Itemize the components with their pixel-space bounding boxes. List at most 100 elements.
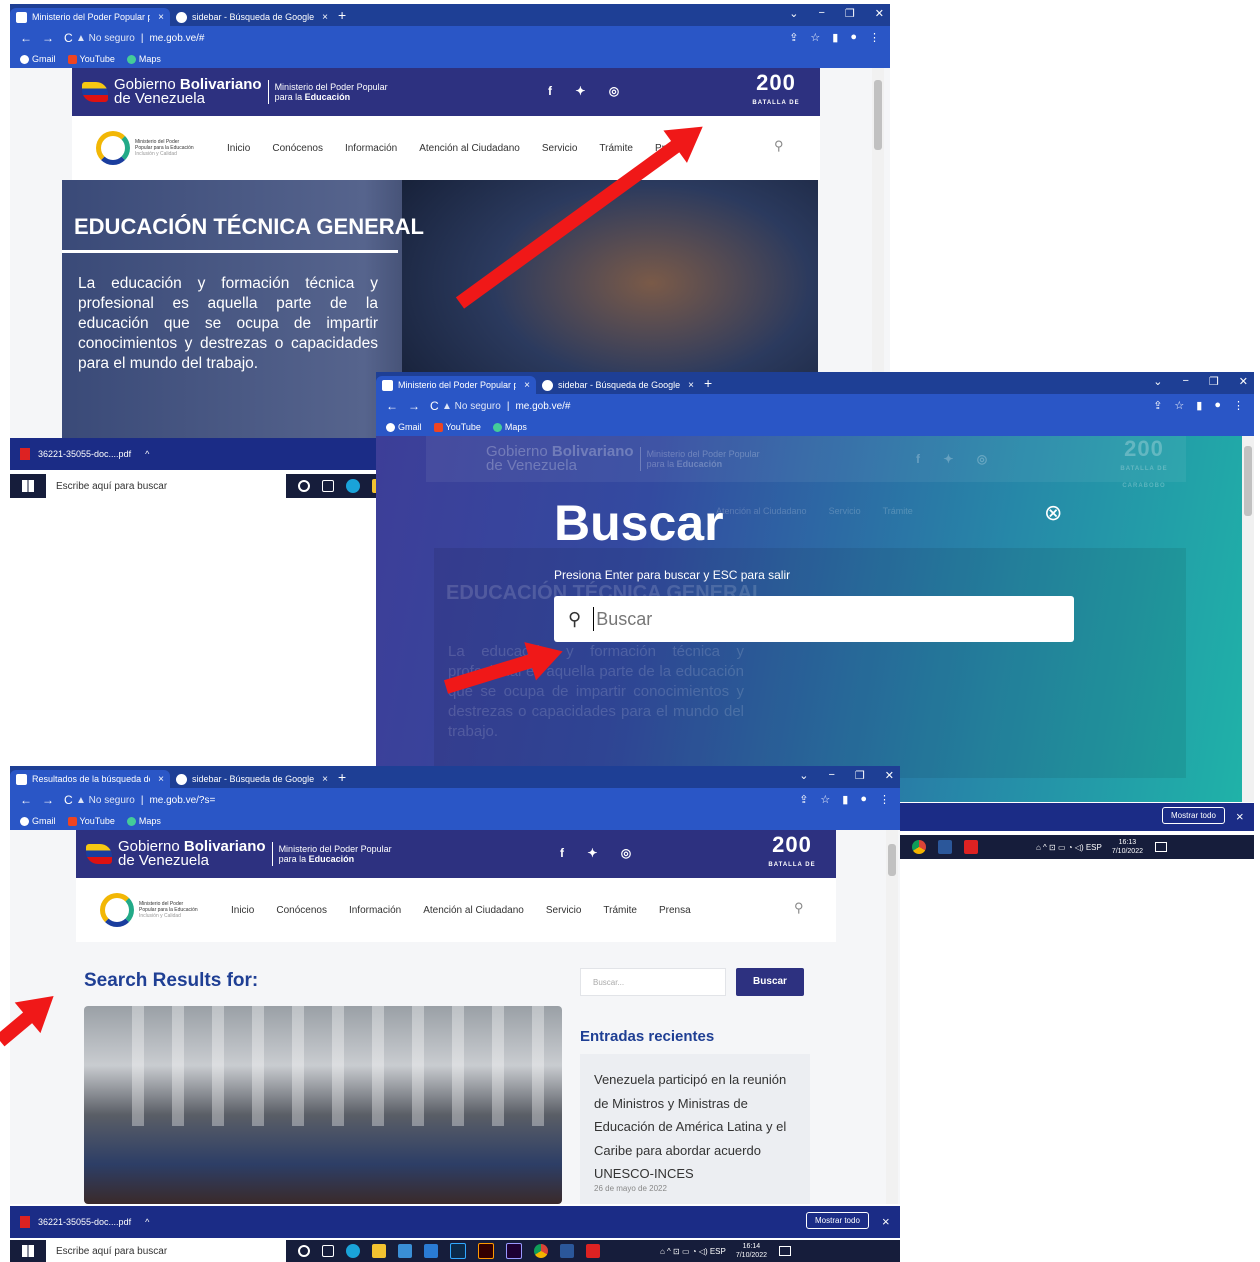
download-filename[interactable]: 36221-35055-doc....pdf — [38, 1217, 131, 1227]
bookmark-youtube[interactable]: YouTube — [433, 422, 481, 433]
menu-informacion[interactable]: Información — [349, 905, 401, 916]
menu-conocenos[interactable]: Conócenos — [276, 905, 327, 916]
acrobat-icon[interactable] — [586, 1244, 600, 1258]
illustrator-icon[interactable] — [478, 1243, 494, 1259]
download-chevron-icon[interactable]: ^ — [145, 1217, 149, 1227]
kebab-menu-icon[interactable]: ⋮ — [1233, 399, 1244, 412]
menu-tramite[interactable]: Trámite — [599, 143, 633, 154]
menu-conocenos[interactable]: Conócenos — [272, 143, 323, 154]
close-tab-icon[interactable]: × — [680, 380, 694, 391]
menu-inicio[interactable]: Inicio — [227, 143, 250, 154]
premiere-icon[interactable] — [506, 1243, 522, 1259]
bookmark-maps[interactable]: Maps — [126, 816, 161, 827]
taskbar-search-input[interactable]: Escribe aquí para buscar — [46, 1240, 286, 1262]
menu-prensa[interactable]: Prensa — [659, 905, 691, 916]
chrome-icon[interactable] — [912, 840, 926, 854]
store-icon[interactable] — [398, 1244, 412, 1258]
back-icon[interactable]: ← — [20, 31, 32, 45]
bookmark-maps[interactable]: Maps — [492, 422, 527, 433]
tab-google[interactable]: sidebar - Búsqueda de Google × — [536, 376, 696, 394]
share-icon[interactable]: ⇪ — [1153, 399, 1162, 412]
side-panel-icon[interactable]: ▮ — [842, 793, 848, 806]
close-download-bar-icon[interactable]: × — [882, 1214, 890, 1229]
task-view-icon[interactable] — [322, 1245, 334, 1257]
close-window-button[interactable]: ✕ — [1239, 375, 1248, 388]
close-download-bar-icon[interactable]: × — [1236, 809, 1244, 824]
profile-icon[interactable]: ● — [860, 793, 867, 806]
forward-icon[interactable]: → — [408, 399, 420, 413]
taskbar-search-input[interactable]: Escribe aquí para buscar — [46, 474, 286, 498]
close-tab-icon[interactable]: × — [516, 380, 530, 391]
url-field[interactable]: ▲ No seguro | me.gob.ve/# — [442, 401, 570, 412]
tab-search-icon[interactable]: ⌄ — [799, 769, 808, 782]
menu-atencion[interactable]: Atención al Ciudadano — [423, 905, 524, 916]
overlay-search-box[interactable]: ⚲ Buscar — [554, 596, 1074, 642]
new-tab-button[interactable]: + — [704, 375, 712, 391]
close-tab-icon[interactable]: × — [314, 12, 328, 23]
bookmark-youtube[interactable]: YouTube — [67, 816, 115, 827]
search-icon[interactable]: ⚲ — [794, 900, 804, 916]
share-icon[interactable]: ⇪ — [789, 31, 798, 44]
side-panel-icon[interactable]: ▮ — [832, 31, 838, 44]
tab-results[interactable]: Resultados de la búsqueda de × — [10, 770, 170, 788]
recent-post-link[interactable]: Venezuela participó en la reunión de Min… — [594, 1068, 800, 1186]
menu-servicio[interactable]: Servicio — [542, 143, 578, 154]
chrome-icon[interactable] — [534, 1244, 548, 1258]
edge-icon[interactable] — [346, 479, 360, 493]
minimize-button[interactable]: − — [1182, 375, 1188, 388]
page-scrollbar[interactable] — [886, 830, 898, 1204]
tab-google[interactable]: sidebar - Búsqueda de Google × — [170, 8, 330, 26]
bookmark-gmail[interactable]: Gmail — [20, 816, 56, 827]
acrobat-icon[interactable] — [964, 840, 978, 854]
show-all-downloads-button[interactable]: Mostrar todo — [806, 1212, 869, 1229]
scrollbar-thumb[interactable] — [888, 844, 896, 876]
system-tray[interactable]: ⌂ ^ ⊡ ▭ ◔ ◁) ESP — [1036, 843, 1102, 852]
tab-ministerio[interactable]: Ministerio del Poder Popular para × — [376, 376, 536, 394]
restore-button[interactable]: ❐ — [1209, 375, 1219, 388]
sidebar-search-button[interactable]: Buscar — [736, 968, 804, 996]
menu-inicio[interactable]: Inicio — [231, 905, 254, 916]
menu-informacion[interactable]: Información — [345, 143, 397, 154]
tab-google[interactable]: sidebar - Búsqueda de Google × — [170, 770, 330, 788]
sidebar-search-input[interactable]: Buscar... — [580, 968, 726, 996]
close-tab-icon[interactable]: × — [150, 774, 164, 785]
overlay-search-input[interactable]: Buscar — [596, 609, 652, 630]
close-tab-icon[interactable]: × — [150, 12, 164, 23]
word-icon[interactable] — [560, 1244, 574, 1258]
forward-icon[interactable]: → — [42, 793, 54, 807]
overlay-close-icon[interactable]: ⊗ — [1044, 500, 1062, 526]
windows-start-icon[interactable] — [22, 480, 34, 492]
ministry-logo-icon[interactable] — [96, 131, 130, 165]
reload-icon[interactable]: C — [430, 399, 439, 413]
profile-icon[interactable]: ● — [1214, 399, 1221, 412]
forward-icon[interactable]: → — [42, 31, 54, 45]
url-field[interactable]: ▲ No seguro | me.gob.ve/?s= — [76, 795, 215, 806]
new-tab-button[interactable]: + — [338, 769, 346, 785]
tab-search-icon[interactable]: ⌄ — [1153, 375, 1162, 388]
notifications-icon[interactable] — [1155, 842, 1167, 852]
new-tab-button[interactable]: + — [338, 7, 346, 23]
social-icons[interactable]: f ✦ ◎ — [548, 84, 629, 98]
profile-icon[interactable]: ● — [850, 31, 857, 44]
back-icon[interactable]: ← — [20, 793, 32, 807]
kebab-menu-icon[interactable]: ⋮ — [879, 793, 890, 806]
close-window-button[interactable]: ✕ — [885, 769, 894, 782]
system-tray[interactable]: ⌂ ^ ⊡ ▭ ◔ ◁) ESP — [660, 1247, 726, 1256]
download-filename[interactable]: 36221-35055-doc....pdf — [38, 449, 131, 459]
close-tab-icon[interactable]: × — [314, 774, 328, 785]
scrollbar-thumb[interactable] — [874, 80, 882, 150]
menu-atencion[interactable]: Atención al Ciudadano — [419, 143, 520, 154]
share-icon[interactable]: ⇪ — [799, 793, 808, 806]
windows-start-icon[interactable] — [22, 1245, 34, 1257]
url-field[interactable]: ▲ No seguro | me.gob.ve/# — [76, 33, 204, 44]
cortana-icon[interactable] — [298, 1245, 310, 1257]
bookmark-star-icon[interactable]: ☆ — [810, 31, 820, 44]
task-view-icon[interactable] — [322, 480, 334, 492]
menu-tramite[interactable]: Trámite — [603, 905, 637, 916]
search-icon[interactable]: ⚲ — [774, 138, 784, 154]
kebab-menu-icon[interactable]: ⋮ — [869, 31, 880, 44]
reload-icon[interactable]: C — [64, 793, 73, 807]
restore-button[interactable]: ❐ — [855, 769, 865, 782]
word-icon[interactable] — [938, 840, 952, 854]
scrollbar-thumb[interactable] — [1244, 446, 1252, 516]
